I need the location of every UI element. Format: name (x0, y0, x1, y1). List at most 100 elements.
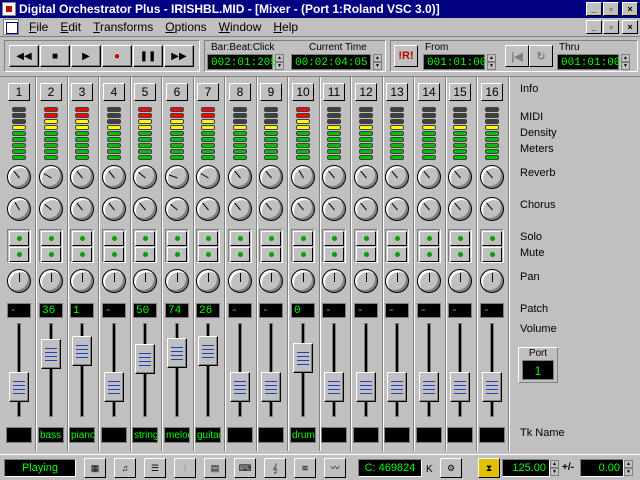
current-time-display[interactable]: 00:02:04:05 (291, 54, 371, 70)
volume-fader[interactable] (9, 372, 29, 402)
chorus-knob[interactable] (480, 197, 504, 221)
thru-display[interactable]: 001:01:000 (557, 54, 627, 70)
mute-button[interactable] (261, 247, 281, 262)
menu-window[interactable]: Window (213, 20, 268, 34)
track-name[interactable]: bass (38, 427, 64, 443)
bar-beat-display[interactable]: 002:01:205 (207, 54, 277, 70)
volume-fader[interactable] (324, 372, 344, 402)
mdi-restore-button[interactable]: ▫ (603, 20, 619, 34)
solo-button[interactable] (261, 231, 281, 246)
pan-knob[interactable] (291, 269, 315, 293)
menu-edit[interactable]: Edit (54, 20, 87, 34)
patch-display[interactable]: - (7, 303, 31, 318)
pan-knob[interactable] (417, 269, 441, 293)
chorus-knob[interactable] (39, 197, 63, 221)
pan-knob[interactable] (196, 269, 220, 293)
solo-button[interactable] (419, 231, 439, 246)
patch-display[interactable]: - (259, 303, 283, 318)
channel-button[interactable]: 7 (197, 83, 219, 101)
track-name[interactable] (384, 427, 410, 443)
pause-button[interactable]: ❚❚ (133, 45, 163, 67)
menu-options[interactable]: Options (159, 20, 212, 34)
reverb-knob[interactable] (39, 165, 63, 189)
reverb-knob[interactable] (102, 165, 126, 189)
chorus-knob[interactable] (165, 197, 189, 221)
offset-box[interactable]: 0.00 (580, 459, 624, 477)
patch-display[interactable]: 0 (291, 303, 315, 318)
solo-button[interactable] (135, 231, 155, 246)
chorus-knob[interactable] (322, 197, 346, 221)
chorus-knob[interactable] (259, 197, 283, 221)
volume-fader[interactable] (261, 372, 281, 402)
track-name[interactable] (6, 427, 32, 443)
reverb-knob[interactable] (322, 165, 346, 189)
app-icon[interactable] (2, 2, 16, 16)
volume-fader[interactable] (72, 336, 92, 366)
pan-knob[interactable] (480, 269, 504, 293)
channel-button[interactable]: 14 (418, 83, 440, 101)
pan-knob[interactable] (165, 269, 189, 293)
channel-button[interactable]: 8 (229, 83, 251, 101)
rewind-button[interactable]: ◀◀ (9, 45, 39, 67)
menu-transforms[interactable]: Transforms (87, 20, 159, 34)
mute-button[interactable] (104, 247, 124, 262)
volume-fader[interactable] (104, 372, 124, 402)
channel-button[interactable]: 3 (71, 83, 93, 101)
reverb-knob[interactable] (448, 165, 472, 189)
mute-button[interactable] (387, 247, 407, 262)
piano-roll-icon[interactable]: ☰ (144, 458, 166, 478)
pan-knob[interactable] (7, 269, 31, 293)
reverb-knob[interactable] (165, 165, 189, 189)
channel-button[interactable]: 1 (8, 83, 30, 101)
pan-knob[interactable] (259, 269, 283, 293)
track-name[interactable] (447, 427, 473, 443)
play-button[interactable]: ▶ (71, 45, 101, 67)
volume-fader[interactable] (198, 336, 218, 366)
mute-button[interactable] (450, 247, 470, 262)
sync-icon[interactable]: ⚙ (440, 458, 462, 478)
from-spinner[interactable]: ▲ ▼ (487, 54, 496, 70)
minimize-button[interactable]: _ (586, 2, 602, 16)
pan-knob[interactable] (102, 269, 126, 293)
chorus-knob[interactable] (291, 197, 315, 221)
track-name[interactable] (353, 427, 379, 443)
mute-button[interactable] (9, 247, 29, 262)
track-name[interactable] (416, 427, 442, 443)
pan-knob[interactable] (39, 269, 63, 293)
volume-fader[interactable] (387, 372, 407, 402)
channel-button[interactable]: 10 (292, 83, 314, 101)
track-name[interactable] (227, 427, 253, 443)
solo-button[interactable] (482, 231, 502, 246)
channel-button[interactable]: 2 (40, 83, 62, 101)
patch-display[interactable]: 1 (70, 303, 94, 318)
chorus-knob[interactable] (385, 197, 409, 221)
solo-button[interactable] (450, 231, 470, 246)
fast-forward-button[interactable]: ▶▶ (164, 45, 194, 67)
mute-button[interactable] (293, 247, 313, 262)
menu-help[interactable]: Help (267, 20, 304, 34)
patch-display[interactable]: 74 (165, 303, 189, 318)
volume-fader[interactable] (135, 344, 155, 374)
drum-icon[interactable]: ≋ (294, 458, 316, 478)
close-button[interactable]: × (622, 2, 638, 16)
pan-knob[interactable] (70, 269, 94, 293)
patch-display[interactable]: - (385, 303, 409, 318)
channel-button[interactable]: 5 (134, 83, 156, 101)
solo-button[interactable] (9, 231, 29, 246)
chorus-knob[interactable] (448, 197, 472, 221)
notation-icon[interactable]: ♫ (114, 458, 136, 478)
keyboard-icon[interactable]: ⌨ (234, 458, 256, 478)
channel-button[interactable]: 6 (166, 83, 188, 101)
solo-button[interactable] (356, 231, 376, 246)
solo-button[interactable] (198, 231, 218, 246)
current-time-spinner[interactable]: ▲ ▼ (373, 54, 382, 70)
channel-button[interactable]: 15 (449, 83, 471, 101)
channel-button[interactable]: 9 (260, 83, 282, 101)
mute-button[interactable] (324, 247, 344, 262)
chorus-knob[interactable] (354, 197, 378, 221)
track-name[interactable]: melody (164, 427, 190, 443)
offset-spinner[interactable]: ▲ ▼ (624, 460, 633, 476)
mute-button[interactable] (167, 247, 187, 262)
record-button[interactable]: ● (102, 45, 132, 67)
reverb-knob[interactable] (385, 165, 409, 189)
